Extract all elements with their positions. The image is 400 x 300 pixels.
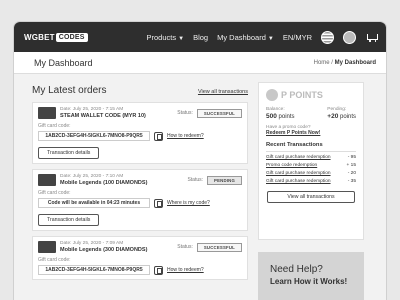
breadcrumb-current: My Dashboard [334,59,376,66]
balance-unit: points [278,114,295,120]
redeem-points-link[interactable]: Redeem P Points Now! [266,130,356,136]
help-card[interactable]: Need Help? Learn How it Works! [258,252,364,300]
order-card: Date: July 25, 2020 - 7:15 AM STEAM WALL… [32,102,248,164]
points-logo: P POINTS [266,89,356,101]
transaction-amount: - 20 [347,171,356,176]
transaction-name[interactable]: Promo code redemption [266,163,317,168]
order-product: Mobile Legends (100 DIAMONDS) [60,180,148,186]
main-nav: Products ▼ Blog My Dashboard ▼ EN/MYR [147,30,378,44]
giftcard-code[interactable]: 1AB2CD-3EFG4H-5IGKL6-7MNO8-P9QR5 [38,265,150,275]
site-logo[interactable]: WGBET CODES [24,32,88,42]
transaction-name[interactable]: Gift card purchase redemption [266,179,331,184]
transaction-row: Gift card purchase redemption - 35 [266,179,356,184]
user-avatar[interactable] [343,30,356,44]
points-brand: P POINTS [281,90,323,100]
where-is-my-code-link[interactable]: Where is my code? [167,200,210,206]
nav-products[interactable]: Products ▼ [147,33,185,42]
how-to-redeem-link[interactable]: How to redeem? [167,133,204,139]
order-product: Mobile Legends (300 DIAMONDS) [60,247,148,253]
copy-icon[interactable] [154,198,163,208]
nav-dashboard-label: My Dashboard [217,32,266,42]
status-label: Status: [177,244,193,250]
order-date: Date: July 25, 2020 - 7:15 AM [60,107,124,112]
product-thumbnail [38,107,56,119]
chevron-down-icon: ▼ [178,35,185,42]
pending-label: Pending: [327,107,347,112]
help-subtitle: Learn How it Works! [270,277,348,286]
transaction-details-button[interactable]: Transaction details [38,147,100,159]
dashboard-content: My Latest orders View all transactions D… [14,74,386,300]
transaction-name[interactable]: Gift card purchase redemption [266,171,331,176]
giftcard-code: Code will be available in 04:23 minutes [38,198,150,208]
logo-badge: CODES [55,32,88,42]
status-label: Status: [187,177,204,183]
status-badge: PENDING [207,175,242,185]
chevron-down-icon: ▼ [267,35,274,42]
orders-header: My Latest orders View all transactions [32,85,248,96]
giftcard-label: Gift card code: [38,123,71,129]
orders-title: My Latest orders [32,85,107,96]
order-date: Date: July 25, 2020 - 7:09 AM [60,241,124,246]
nav-blog[interactable]: Blog [193,33,208,42]
product-thumbnail [38,174,56,186]
giftcard-label: Gift card code: [38,190,71,196]
pending-value: +20 [327,113,339,120]
balance-label: Balance: [266,107,285,112]
logo-text: WGBET [24,32,55,42]
transaction-amount: + 15 [346,163,356,168]
breadcrumb: Home / My Dashboard [314,60,376,66]
copy-icon[interactable] [154,131,163,141]
view-all-transactions-button[interactable]: View all transactions [267,191,355,203]
transaction-amount: - 35 [347,179,356,184]
giftcard-label: Gift card code: [38,257,71,263]
nav-my-dashboard[interactable]: My Dashboard ▼ [217,33,274,42]
orders-section: My Latest orders View all transactions D… [32,82,248,300]
page-title: My Dashboard [34,57,93,68]
copy-icon[interactable] [154,265,163,275]
view-all-transactions-link[interactable]: View all transactions [198,89,248,95]
breadcrumb-home[interactable]: Home [314,60,330,66]
giftcard-code[interactable]: 1AB2CD-3EFG4H-5IGKL6-7MNO8-P9QR5 [38,131,150,141]
transaction-amount: - 95 [347,155,356,160]
sidebar: P POINTS Balance: 500 points Pending: +2… [258,82,364,300]
recent-transactions-title: Recent Transactions [266,142,356,152]
pending-unit: points [339,114,356,120]
flag-icon[interactable] [321,30,334,44]
help-title: Need Help? [270,264,323,275]
transaction-row: Gift card purchase redemption - 95 [266,155,356,160]
points-card: P POINTS Balance: 500 points Pending: +2… [258,82,364,240]
language-currency-selector[interactable]: EN/MYR [283,33,312,42]
transaction-row: Promo code redemption + 15 [266,163,356,168]
order-date: Date: July 25, 2020 - 7:10 AM [60,174,124,179]
how-to-redeem-link[interactable]: How to redeem? [167,267,204,273]
page-header: My Dashboard Home / My Dashboard [14,52,386,74]
order-product: STEAM WALLET CODE (MYR 10) [60,113,146,119]
order-card: Date: July 25, 2020 - 7:10 AM Mobile Leg… [32,169,248,231]
top-navbar: WGBET CODES Products ▼ Blog My Dashboard ▼… [14,22,386,52]
order-card: Date: July 25, 2020 - 7:09 AM Mobile Leg… [32,236,248,280]
balance-value: 500 [266,113,277,120]
points-circle-icon [266,89,278,101]
product-thumbnail [38,241,56,253]
status-badge: SUCCESSFUL [196,108,242,118]
status-badge: SUCCESSFUL [196,242,242,252]
cart-icon[interactable] [365,32,378,43]
status-label: Status: [177,110,193,116]
transaction-name[interactable]: Gift card purchase redemption [266,155,331,160]
transaction-row: Gift card purchase redemption - 20 [266,171,356,176]
browser-window: WGBET CODES Products ▼ Blog My Dashboard ▼… [14,22,386,300]
transaction-details-button[interactable]: Transaction details [38,214,100,226]
nav-products-label: Products [146,32,177,42]
